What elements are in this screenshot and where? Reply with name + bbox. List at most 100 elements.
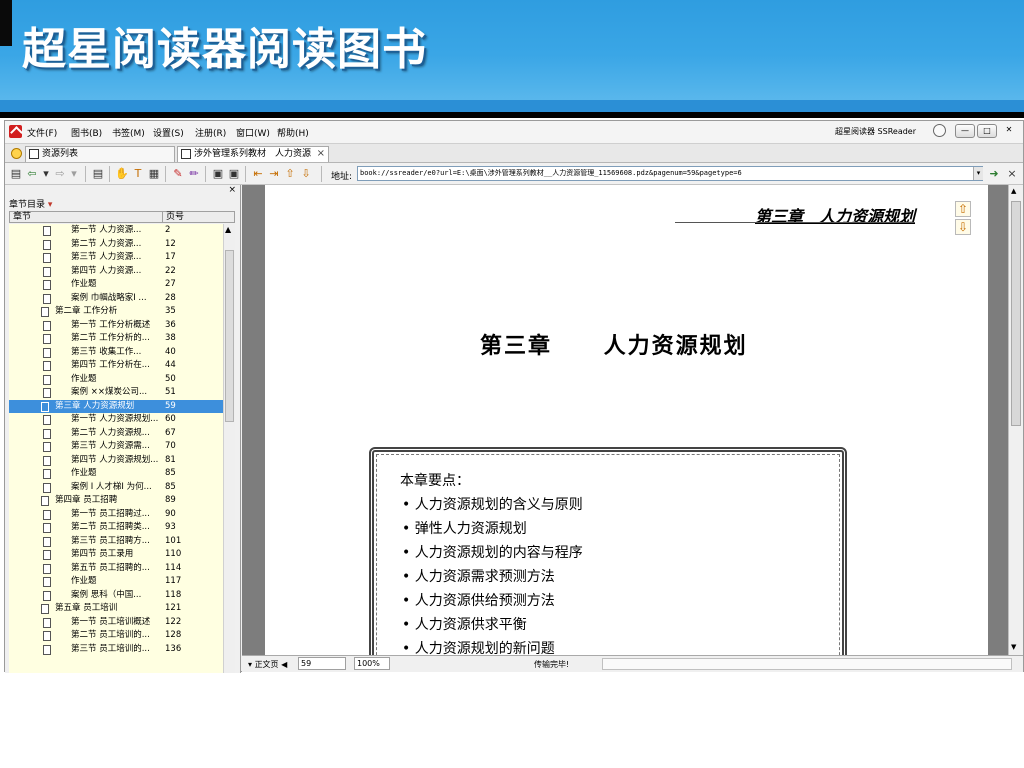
list-icon (29, 149, 39, 159)
first-page-icon[interactable]: ⇤ (251, 167, 265, 181)
forward-icon[interactable]: ⇨ (53, 167, 67, 181)
prev-page-icon[interactable]: ⇧ (283, 167, 297, 181)
app-brand-label: 超星阅读器 SSReader (835, 127, 917, 136)
view-mode-dropdown[interactable]: ▾ 正文页 ◀ (248, 659, 287, 670)
toolbar-close-icon[interactable]: × (1005, 167, 1019, 181)
history-clock-icon[interactable] (11, 148, 22, 159)
back-dropdown-icon[interactable]: ▾ (39, 167, 53, 181)
book-page[interactable]: 第三章 人力资源规划 ⇧ ⇩ 第三章 人力资源规划 本章要点： • 人力资源规划… (265, 185, 988, 655)
text-select-icon[interactable]: T (131, 167, 145, 181)
toc-title-dropdown[interactable]: 章节目录 (9, 197, 52, 210)
toc-item[interactable]: 第一节 员工培训概述 122 (9, 616, 223, 630)
toolbar: ▤ ⇦ ▾ ⇨ ▾ ▤ ✋ T ▦ ✎ ✏ ▣ ▣ ⇤ ⇥ ⇧ ⇩ 地址: bo… (5, 163, 1023, 185)
last-page-icon[interactable]: ⇥ (267, 167, 281, 181)
address-dropdown-icon[interactable]: ▾ (973, 167, 983, 180)
toolbar-separator (245, 166, 246, 182)
toc-item[interactable]: 第五节 员工招聘的... 114 (9, 562, 223, 576)
menu-window[interactable]: 窗口(W) (236, 126, 270, 139)
toc-item[interactable]: 第四节 工作分析在... 44 (9, 359, 223, 373)
toc-item[interactable]: 作业题 117 (9, 575, 223, 589)
hand-tool-icon[interactable]: ✋ (115, 167, 129, 181)
toc-item[interactable]: 第四节 人力资源规划... 81 (9, 454, 223, 468)
toc-column-chapter[interactable]: 章节 (13, 212, 31, 223)
menu-file[interactable]: 文件(F) (27, 126, 57, 139)
menu-help[interactable]: 帮助(H) (277, 126, 309, 139)
menu-bookmark[interactable]: 书签(M) (112, 126, 145, 139)
menu-book[interactable]: 图书(B) (71, 126, 102, 139)
toc-scrollbar[interactable]: ▲ (223, 224, 235, 673)
toc-item[interactable]: 案例 思科（中国... 118 (9, 589, 223, 603)
toc-item[interactable]: 第三节 人力资源需... 70 (9, 440, 223, 454)
toc-item[interactable]: 第二节 员工培训的... 128 (9, 629, 223, 643)
toc-item[interactable]: 第四节 人力资源... 22 (9, 265, 223, 279)
toc-item[interactable]: 第三节 收集工作... 40 (9, 346, 223, 360)
maximize-button[interactable]: □ (977, 124, 997, 138)
tab-current-book[interactable]: 涉外管理系列教材 人力资源 × (177, 146, 329, 162)
menu-settings[interactable]: 设置(S) (153, 126, 184, 139)
close-window-button[interactable]: ✕ (999, 124, 1019, 138)
minimize-button[interactable]: — (955, 124, 975, 138)
header-rule (675, 222, 915, 223)
toc-item-page: 38 (165, 333, 176, 343)
region-select-icon[interactable]: ▦ (147, 167, 161, 181)
toc-item-page: 59 (165, 400, 176, 411)
toc-toggle-icon[interactable]: ▤ (9, 167, 23, 181)
toc-item[interactable]: 作业题 27 (9, 278, 223, 292)
scroll-up-icon[interactable]: ▲ (1011, 187, 1016, 195)
toc-item[interactable]: 案例 巾帼战略家I ... 28 (9, 292, 223, 306)
toc-item[interactable]: 第二节 人力资源... 12 (9, 238, 223, 252)
toc-item[interactable]: 案例 I 人才梯I 为何... 85 (9, 481, 223, 495)
book-icon (43, 266, 51, 277)
toc-item[interactable]: 作业题 50 (9, 373, 223, 387)
scroll-up-icon[interactable]: ▲ (225, 225, 231, 234)
toc-item-page: 36 (165, 319, 176, 330)
toc-column-page[interactable]: 页号 (162, 212, 232, 223)
go-icon[interactable]: ➜ (987, 167, 1001, 181)
document-scrollbar[interactable]: ▲ ▼ (1008, 185, 1023, 655)
document-view: 第三章 人力资源规划 ⇧ ⇩ 第三章 人力资源规划 本章要点： • 人力资源规划… (242, 185, 1023, 655)
close-tab-icon[interactable]: × (317, 147, 325, 161)
toc-item[interactable]: 第一节 人力资源规划... 60 (9, 413, 223, 427)
toc-item[interactable]: 第三节 员工招聘方... 101 (9, 535, 223, 549)
toc-item[interactable]: 案例 ××煤炭公司... 51 (9, 386, 223, 400)
address-label: 地址: (331, 172, 353, 182)
sidebar-close-icon[interactable]: × (228, 185, 236, 195)
annotate-icon[interactable]: ✎ (171, 167, 185, 181)
status-circle-icon[interactable] (933, 124, 946, 137)
toc-item[interactable]: 第二节 人力资源规... 67 (9, 427, 223, 441)
toc-item[interactable]: 第三节 人力资源... 17 (9, 251, 223, 265)
toc-item[interactable]: 第一节 员工招聘过... 90 (9, 508, 223, 522)
tab-resource-list[interactable]: 资源列表 (25, 146, 175, 162)
toc-item[interactable]: 第三节 员工培训的... 136 (9, 643, 223, 657)
toc-item[interactable]: 第四章 员工招聘 89 (9, 494, 223, 508)
toc-sidebar: × 章节目录 章节 页号 第一节 人力资源... 2 第二节 人力资源... 12 第三… (5, 185, 241, 673)
toc-item[interactable]: 第三章 人力资源规划 59 (9, 399, 223, 413)
address-input[interactable]: book://ssreader/e0?url=E:\桌面\涉外管理系列教材__人… (357, 166, 983, 181)
highlight-icon[interactable]: ✏ (187, 167, 201, 181)
forward-dropdown-icon[interactable]: ▾ (67, 167, 81, 181)
page-up-arrow-icon[interactable]: ⇧ (955, 201, 971, 217)
menu-register[interactable]: 注册(R) (195, 126, 226, 139)
document-scroll-thumb[interactable] (1011, 201, 1021, 426)
toc-scroll-thumb[interactable] (225, 250, 234, 422)
toc-item[interactable]: 作业题 85 (9, 467, 223, 481)
bookshelf-icon[interactable]: ▤ (91, 167, 105, 181)
toc-item[interactable]: 第二节 工作分析的... 38 (9, 332, 223, 346)
toc-item-page: 121 (165, 603, 182, 613)
page-down-arrow-icon[interactable]: ⇩ (955, 219, 971, 235)
toc-item[interactable]: 第二章 工作分析 35 (9, 305, 223, 319)
scroll-down-icon[interactable]: ▼ (1011, 643, 1016, 651)
fit-width-icon[interactable]: ▣ (227, 167, 241, 181)
page-number-input[interactable]: 59 (298, 657, 346, 670)
toc-item-page: 118 (165, 589, 182, 600)
toc-item[interactable]: 第一节 人力资源... 2 (9, 224, 223, 238)
next-page-icon[interactable]: ⇩ (299, 167, 313, 181)
toc-item[interactable]: 第一节 工作分析概述 36 (9, 319, 223, 333)
toc-item[interactable]: 第五章 员工培训 121 (9, 602, 223, 616)
horizontal-scrollbar[interactable] (602, 658, 1012, 670)
toc-item[interactable]: 第四节 员工录用 110 (9, 548, 223, 562)
fit-page-icon[interactable]: ▣ (211, 167, 225, 181)
zoom-select[interactable]: 100% (354, 657, 390, 670)
back-icon[interactable]: ⇦ (25, 167, 39, 181)
toc-item[interactable]: 第二节 员工招聘类... 93 (9, 521, 223, 535)
